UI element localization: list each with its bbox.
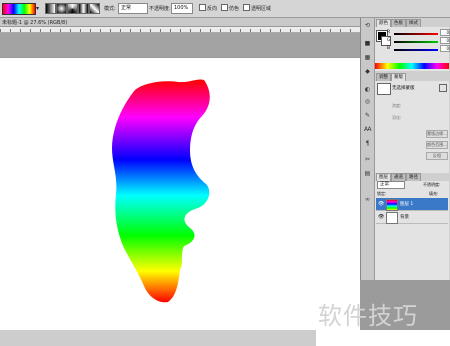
layers-panel: 正常 不透明度: 锁定: 填充: [375, 181, 449, 280]
green-slider[interactable] [394, 41, 438, 43]
red-value[interactable]: 0 [440, 29, 450, 36]
tab-styles[interactable]: 样式 [406, 19, 421, 27]
gradient-picker[interactable] [2, 3, 36, 15]
opacity-label: 不透明度: [149, 6, 171, 12]
layer-name: 背景 [400, 215, 409, 220]
reverse-label: 反向 [207, 6, 218, 12]
eye-icon[interactable]: 👁 [378, 201, 384, 207]
clone-source-icon[interactable]: Ꜳ [364, 126, 372, 133]
status-bar [0, 330, 316, 346]
slider-r-label: R [387, 30, 391, 35]
scissors-icon[interactable]: ✂ [364, 156, 371, 163]
history-icon[interactable]: ⟲ [364, 22, 371, 29]
document-canvas[interactable] [0, 58, 360, 330]
fill-label: 填充: [429, 191, 439, 196]
mask-title: 无选择蒙版 [392, 86, 415, 91]
dither-checkbox[interactable] [221, 4, 228, 11]
angle-gradient-button[interactable] [67, 3, 78, 14]
layer-thumbnail [386, 212, 398, 224]
slider-g-label: G [387, 38, 391, 43]
diamond-gradient-button[interactable] [89, 3, 100, 14]
chevron-down-icon[interactable]: ▾ [36, 5, 39, 12]
color-range-button[interactable]: 颜色范围... [426, 141, 448, 149]
options-bar: ▾ 模式: 正常 不透明度: 100% 反向 仿色 透明区域 [0, 0, 450, 18]
swatches-icon[interactable]: ▦ [364, 54, 371, 61]
document-tab-bar: 未标题-1 @ 27.6% (RGB/8) [0, 18, 360, 27]
mode-select[interactable]: 正常 [118, 3, 148, 14]
radial-gradient-button[interactable] [56, 3, 67, 14]
blue-slider[interactable] [394, 49, 438, 51]
color-spectrum-bar[interactable] [375, 63, 449, 69]
layer-thumbnail [386, 199, 398, 211]
slider-b-label: B [387, 46, 391, 51]
workspace-pasteboard [0, 33, 360, 57]
mask-edge-button[interactable]: 蒙版边缘... [426, 130, 448, 138]
transparency-checkbox[interactable] [243, 4, 250, 11]
mask-thumbnail [377, 83, 391, 95]
adjustments-icon[interactable]: ◐ [364, 86, 371, 93]
blend-mode-select[interactable]: 正常 [377, 181, 405, 189]
layers-icon[interactable]: ▤ [364, 170, 371, 177]
tab-color[interactable]: 颜色 [376, 19, 391, 27]
layer-row-background[interactable]: 👁 背景 [376, 211, 448, 224]
layer-name: 图层 1 [400, 202, 414, 207]
tab-swatches[interactable]: 色板 [391, 19, 406, 27]
styles-icon[interactable]: ◆ [364, 68, 371, 75]
watermark: 软件技巧 [318, 302, 418, 330]
transparency-label: 透明区域 [251, 6, 272, 12]
foreground-color-icon[interactable]: ■ [364, 40, 371, 47]
feather-label: 羽化: [392, 115, 402, 120]
dither-label: 仿色 [229, 6, 240, 12]
tab-adjustments[interactable]: 调整 [376, 73, 391, 81]
tab-paths[interactable]: 路径 [406, 173, 421, 181]
tab-layers[interactable]: 图层 [376, 173, 391, 181]
lock-label: 锁定: [377, 191, 387, 196]
link-icon[interactable]: ∞ [364, 196, 371, 203]
masks-icon[interactable]: ◎ [364, 98, 371, 105]
eye-icon[interactable]: 👁 [378, 214, 384, 220]
rainbow-gradient-shape [112, 79, 210, 303]
tab-channels[interactable]: 通道 [391, 173, 406, 181]
reverse-checkbox[interactable] [199, 4, 206, 11]
blue-value[interactable]: 0 [440, 45, 450, 52]
brush-icon[interactable]: ✎ [364, 112, 371, 119]
mode-label: 模式: [104, 6, 116, 12]
linear-gradient-button[interactable] [45, 3, 56, 14]
red-slider[interactable] [394, 33, 438, 35]
opacity-input[interactable]: 100% [171, 3, 193, 14]
green-value[interactable]: 0 [440, 37, 450, 44]
reflected-gradient-button[interactable] [78, 3, 89, 14]
layer-opacity-label: 不透明度: [423, 182, 441, 187]
panel-menu-icon[interactable] [439, 84, 447, 92]
invert-button[interactable]: 反相 [426, 152, 448, 160]
layer-row-layer1[interactable]: 👁 图层 1 [376, 198, 448, 211]
document-tab[interactable]: 未标题-1 @ 27.6% (RGB/8) [2, 19, 67, 26]
paragraph-icon[interactable]: ¶ [364, 140, 371, 147]
density-label: 浓度: [392, 103, 402, 108]
tab-masks[interactable]: 蒙版 [391, 73, 406, 81]
